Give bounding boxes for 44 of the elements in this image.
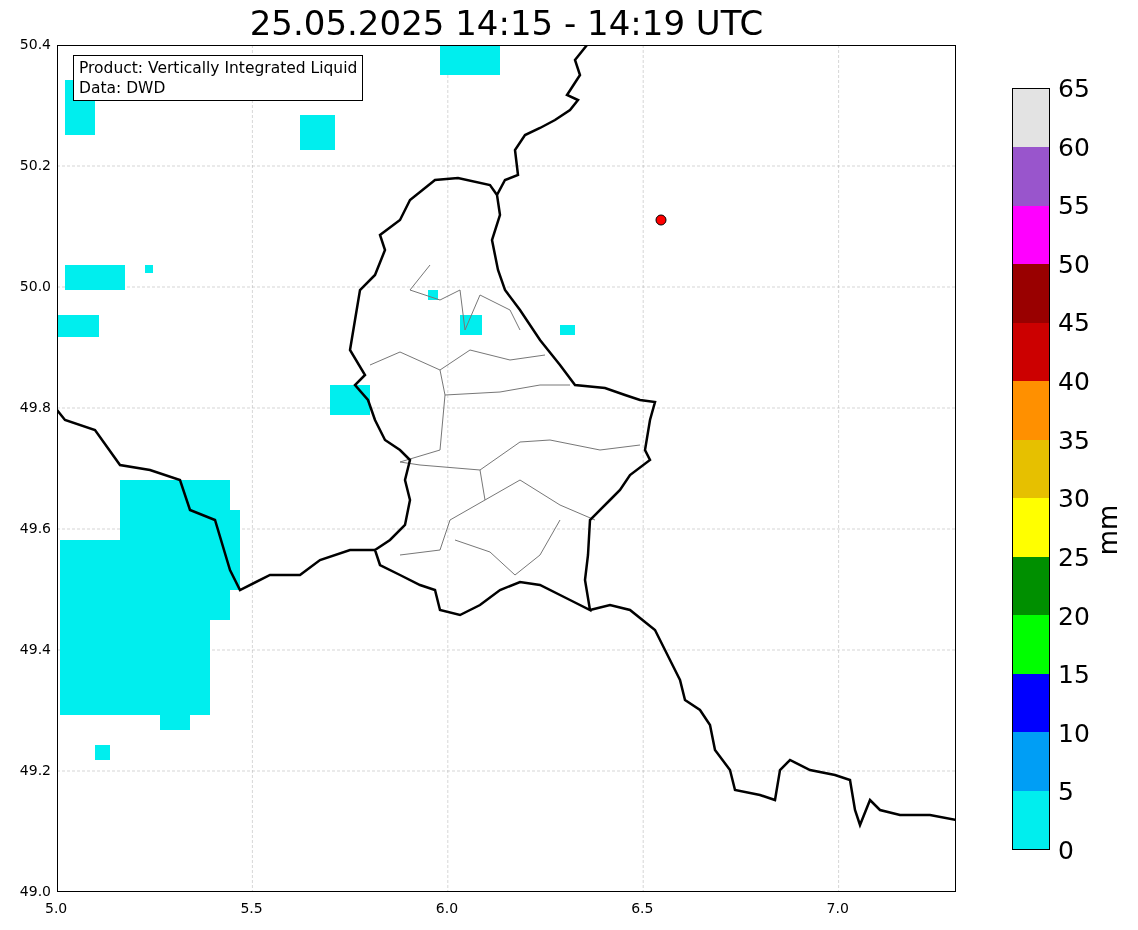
colorbar-tick-label: 20 [1058,601,1090,631]
colorbar-tick-label: 25 [1058,542,1090,572]
colorbar-label: mm [1093,504,1124,556]
colorbar-tick-label: 0 [1058,835,1074,865]
info-text: Data: DWD [79,78,167,98]
x-tick-label: 5.5 [240,900,263,916]
chart-title: 25.05.2025 14:15 - 14:19 UTC [249,2,764,43]
colorbar-tick-label: 5 [1058,776,1074,806]
colorbar-tick-label: 65 [1058,73,1090,103]
y-tick-label: 50.4 [19,36,51,52]
y-tick-label: 49.0 [19,883,51,899]
district-border [459,289,521,331]
y-tick-label: 49.2 [19,762,51,778]
y-tick-label: 49.8 [19,399,51,415]
precipitation-area [300,115,335,150]
precipitation-area [95,745,110,760]
location-marker [655,214,667,226]
precipitation-area [440,46,500,75]
precipitation-area [330,385,370,415]
precipitation-area [428,290,438,300]
x-tick-label: 5.0 [45,900,68,916]
info-text: Product: Vertically Integrated Liquid [79,58,358,78]
precipitation-area [65,265,125,290]
colorbar-tick-label: 15 [1058,659,1090,689]
colorbar-tick-label: 40 [1058,366,1090,396]
precipitation-area [145,265,153,273]
y-tick-label: 50.0 [19,278,51,294]
x-tick-label: 6.0 [435,900,459,916]
y-tick-label: 50.2 [19,157,51,173]
precipitation-area [58,315,99,337]
y-tick-label: 49.6 [19,520,51,536]
precipitation-area [560,325,575,335]
colorbar-tick-label: 50 [1058,249,1090,279]
precipitation-area [460,315,482,335]
y-tick-label: 49.4 [19,641,51,657]
x-tick-label: 7.0 [826,900,849,916]
colorbar-tick-label: 30 [1058,483,1090,513]
colorbar-tick-label: 35 [1058,425,1090,455]
colorbar-tick-label: 45 [1058,307,1090,337]
district-border [409,264,461,301]
colorbar-tick-label: 55 [1058,190,1090,220]
colorbar-tick-label: 10 [1058,718,1090,748]
colorbar-tick-label: 60 [1058,132,1090,162]
x-tick-label: 6.5 [631,900,654,916]
